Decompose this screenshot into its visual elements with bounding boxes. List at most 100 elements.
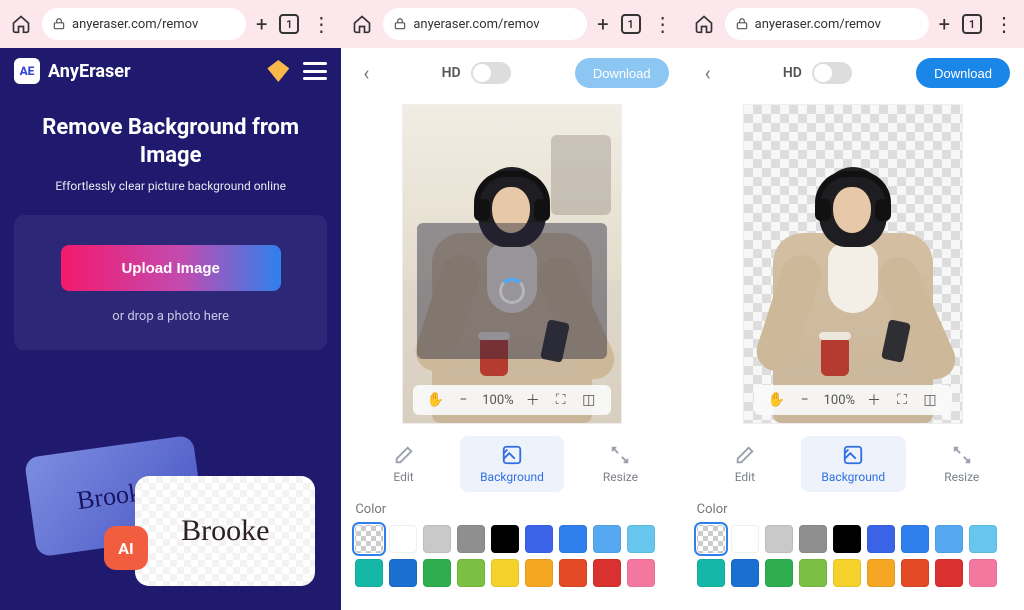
color-swatch[interactable] (559, 559, 587, 587)
upload-button[interactable]: Upload Image (61, 245, 281, 291)
fullscreen-icon[interactable]: ⛶ (552, 391, 570, 409)
premium-icon[interactable] (267, 60, 289, 82)
color-swatch[interactable] (457, 559, 485, 587)
overflow-menu-icon[interactable]: ⋮ (653, 12, 673, 36)
url-bar[interactable]: anyeraser.com/remov (383, 8, 587, 40)
image-canvas[interactable]: ✋ − 100% ＋ ⛶ ◫ (743, 104, 963, 424)
tab-edit[interactable]: Edit (693, 436, 797, 492)
tab-edit[interactable]: Edit (351, 436, 455, 492)
color-swatch[interactable] (799, 559, 827, 587)
color-swatch[interactable] (867, 559, 895, 587)
url-bar[interactable]: anyeraser.com/remov (725, 8, 929, 40)
fullscreen-icon[interactable]: ⛶ (893, 391, 911, 409)
color-swatch[interactable] (457, 525, 485, 553)
home-icon[interactable] (693, 13, 715, 35)
color-swatch[interactable] (627, 559, 655, 587)
tab-switcher[interactable]: 1 (279, 14, 299, 34)
zoom-out-icon[interactable]: − (454, 391, 472, 409)
color-swatch[interactable] (389, 559, 417, 587)
zoom-out-icon[interactable]: − (796, 391, 814, 409)
upload-card[interactable]: Upload Image or drop a photo here (14, 215, 327, 350)
color-swatch[interactable] (525, 559, 553, 587)
zoom-value: 100% (482, 393, 513, 408)
color-swatch[interactable] (423, 525, 451, 553)
brand[interactable]: AE AnyEraser (14, 58, 131, 84)
compare-icon[interactable]: ◫ (921, 391, 939, 409)
tab-background[interactable]: Background (460, 436, 564, 492)
sample-card-front: Brooke (135, 476, 315, 586)
loading-overlay (417, 223, 607, 359)
color-swatch[interactable] (355, 525, 383, 553)
new-tab-icon[interactable]: + (597, 12, 608, 36)
color-swatch[interactable] (765, 525, 793, 553)
zoom-value: 100% (824, 393, 855, 408)
browser-bar: anyeraser.com/remov + 1 ⋮ (683, 0, 1024, 48)
browser-actions: + 1 ⋮ (256, 12, 331, 36)
compare-icon[interactable]: ◫ (580, 391, 598, 409)
pan-icon[interactable]: ✋ (426, 391, 444, 409)
home-icon[interactable] (10, 13, 32, 35)
color-swatch[interactable] (833, 559, 861, 587)
color-swatch[interactable] (799, 525, 827, 553)
tab-resize[interactable]: Resize (568, 436, 672, 492)
tab-switcher[interactable]: 1 (962, 14, 982, 34)
back-button[interactable]: ‹ (697, 57, 719, 89)
brand-name: AnyEraser (48, 61, 131, 82)
color-swatch[interactable] (525, 525, 553, 553)
zoom-in-icon[interactable]: ＋ (524, 391, 542, 409)
subject-person (763, 133, 943, 423)
color-swatch[interactable] (423, 559, 451, 587)
browser-bar: anyeraser.com/remov + 1 ⋮ (0, 0, 341, 48)
edit-icon (393, 444, 415, 466)
editor-topbar: ‹ HD Download (683, 48, 1024, 98)
color-swatch[interactable] (491, 559, 519, 587)
color-swatch[interactable] (765, 559, 793, 587)
color-swatch[interactable] (355, 559, 383, 587)
back-button[interactable]: ‹ (355, 57, 377, 89)
color-swatch[interactable] (559, 525, 587, 553)
color-swatch[interactable] (491, 525, 519, 553)
site-settings-icon (735, 17, 749, 31)
overflow-menu-icon[interactable]: ⋮ (994, 12, 1014, 36)
tab-switcher[interactable]: 1 (621, 14, 641, 34)
color-title: Color (697, 502, 1010, 517)
color-swatch[interactable] (697, 525, 725, 553)
color-swatch[interactable] (969, 525, 997, 553)
hd-toggle[interactable] (812, 62, 852, 84)
tab-background[interactable]: Background (801, 436, 905, 492)
image-canvas[interactable]: ✋ − 100% ＋ ⛶ ◫ (402, 104, 622, 424)
color-swatch[interactable] (867, 525, 895, 553)
hd-label: HD (442, 65, 461, 81)
new-tab-icon[interactable]: + (256, 12, 267, 36)
brand-logo: AE (14, 58, 40, 84)
color-swatch[interactable] (833, 525, 861, 553)
url-bar[interactable]: anyeraser.com/remov (42, 8, 246, 40)
new-tab-icon[interactable]: + (939, 12, 950, 36)
editor: ‹ HD Download ✋ − 100% ＋ (683, 48, 1024, 610)
color-swatch[interactable] (935, 559, 963, 587)
hamburger-menu-icon[interactable] (303, 62, 327, 80)
color-title: Color (355, 502, 668, 517)
pan-icon[interactable]: ✋ (768, 391, 786, 409)
tab-resize[interactable]: Resize (910, 436, 1014, 492)
color-swatch[interactable] (731, 559, 759, 587)
color-swatch[interactable] (389, 525, 417, 553)
download-button[interactable]: Download (575, 58, 669, 88)
color-swatch[interactable] (697, 559, 725, 587)
tool-tabs: Edit Background Resize (351, 436, 672, 492)
color-swatch[interactable] (935, 525, 963, 553)
color-swatch[interactable] (627, 525, 655, 553)
home-icon[interactable] (351, 13, 373, 35)
showcase: Brooke Brooke AI (0, 430, 341, 610)
download-button[interactable]: Download (916, 58, 1010, 88)
cup-prop (821, 338, 849, 376)
overflow-menu-icon[interactable]: ⋮ (311, 12, 331, 36)
color-swatch[interactable] (731, 525, 759, 553)
color-swatch[interactable] (901, 525, 929, 553)
color-swatch[interactable] (901, 559, 929, 587)
color-swatch[interactable] (593, 559, 621, 587)
color-swatch[interactable] (969, 559, 997, 587)
zoom-in-icon[interactable]: ＋ (865, 391, 883, 409)
color-swatch[interactable] (593, 525, 621, 553)
hd-toggle[interactable] (471, 62, 511, 84)
